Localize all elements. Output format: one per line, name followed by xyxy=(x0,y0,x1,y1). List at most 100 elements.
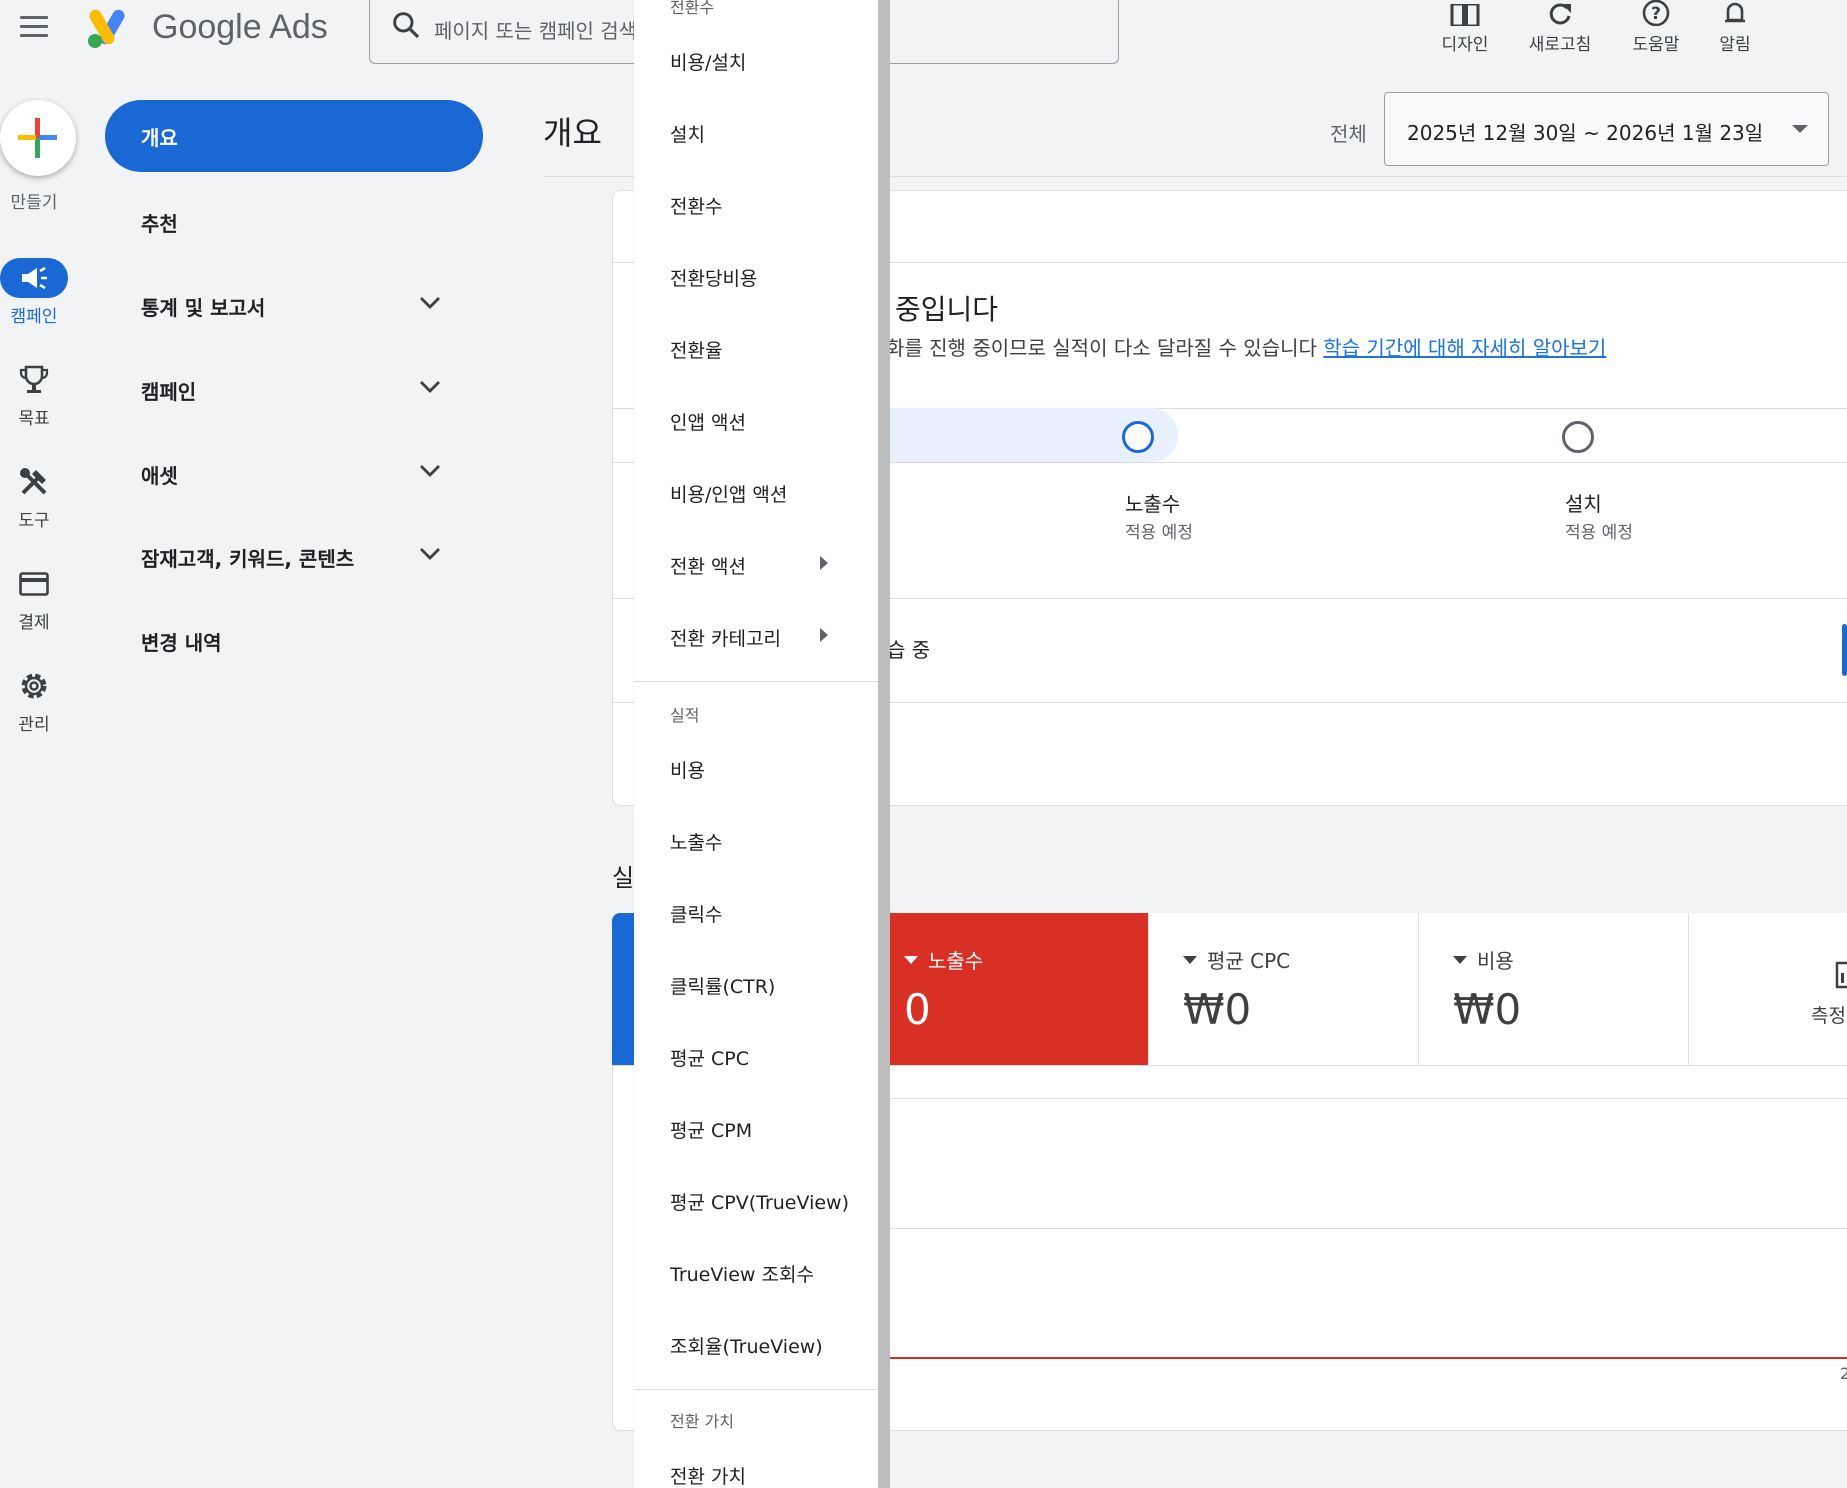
layout-icon xyxy=(1450,4,1480,26)
refresh-button[interactable]: 새로고침 xyxy=(1515,0,1605,55)
metric-value: ₩0 xyxy=(1453,985,1522,1034)
caret-down-icon xyxy=(1792,125,1808,133)
menu-item-cost-per-conversion[interactable]: 전환당비용 xyxy=(670,264,757,291)
nav-item-assets[interactable]: 애셋 xyxy=(141,460,441,489)
nav-label-overview: 개요 xyxy=(141,126,178,150)
menu-item-cost-per-in-app-action[interactable]: 비용/인앱 액션 xyxy=(670,480,787,507)
measure-label: 측정 xyxy=(1811,1005,1846,1027)
caret-down-icon xyxy=(1453,955,1467,964)
menu-item-avg-cpm[interactable]: 평균 CPM xyxy=(670,1116,752,1143)
learning-description: 화를 진행 중이므로 실적이 다소 달라질 수 있습니다 학습 기간에 대해 자… xyxy=(886,332,1606,361)
credit-card-icon xyxy=(19,572,49,596)
design-button[interactable]: 디자인 xyxy=(1420,0,1510,55)
nav-item-campaigns[interactable]: 캠페인 xyxy=(141,376,441,405)
menu-item-conversions[interactable]: 전환수 xyxy=(670,192,722,219)
nav-item-reports[interactable]: 통계 및 보고서 xyxy=(141,292,441,321)
nav-label: 애셋 xyxy=(141,464,178,488)
date-range-label: 전체 xyxy=(1330,122,1367,146)
learning-period-link[interactable]: 학습 기간에 대해 자세히 알아보기 xyxy=(1323,336,1606,360)
caret-down-icon xyxy=(904,955,918,964)
menu-item-conversion-categories[interactable]: 전환 카테고리 xyxy=(670,624,781,651)
refresh-icon xyxy=(1549,3,1571,25)
date-range-value: 2025년 12월 30일 ~ 2026년 1월 23일 xyxy=(1407,121,1764,145)
trophy-icon xyxy=(19,365,49,393)
rail-label-campaigns: 캠페인 xyxy=(10,307,58,327)
chevron-down-icon xyxy=(420,465,440,477)
learning-title: 중입니다 xyxy=(895,293,999,326)
megaphone-icon xyxy=(22,266,47,290)
help-label: 도움말 xyxy=(1632,35,1680,55)
menu-item-impressions[interactable]: 노출수 xyxy=(670,828,722,855)
nav-item-recommendations[interactable]: 추천 xyxy=(141,208,441,237)
menu-item-conversion-actions[interactable]: 전환 액션 xyxy=(670,552,746,579)
google-ads-logo-icon xyxy=(88,9,125,48)
menu-item-avg-cpc[interactable]: 평균 CPC xyxy=(670,1044,749,1071)
notifications-label: 알림 xyxy=(1719,35,1751,55)
column-select-menu: 전환수 비용/설치 설치 전환수 전환당비용 전환율 인앱 액션 비용/인앱 액… xyxy=(634,0,878,1488)
nav-label: 캠페인 xyxy=(141,380,197,404)
search-placeholder: 페이지 또는 캠페인 검색 xyxy=(434,19,638,43)
search-icon xyxy=(393,12,420,39)
metric-impressions[interactable]: 노출수 0 xyxy=(870,913,1148,1065)
menu-item-cost-per-install[interactable]: 비용/설치 xyxy=(670,48,746,75)
impressions-series-line xyxy=(870,1357,1847,1359)
metric-label: 노출수 xyxy=(928,949,984,973)
rail-item-tools[interactable]: 도구 xyxy=(0,462,68,531)
chevron-down-icon xyxy=(420,548,440,560)
metric-value: 0 xyxy=(904,985,931,1034)
metric-cost[interactable]: 비용 ₩0 xyxy=(1418,913,1689,1065)
menu-item-installs[interactable]: 설치 xyxy=(670,120,705,147)
app-logo-text: Google Ads xyxy=(152,8,328,46)
rail-item-billing[interactable]: 결제 xyxy=(0,564,68,633)
performance-heading: 실 xyxy=(612,864,635,892)
nav-label: 추천 xyxy=(141,212,178,236)
create-label: 만들기 xyxy=(10,193,58,213)
nav-item-audiences[interactable]: 잠재고객, 키워드, 콘텐츠 xyxy=(141,543,441,572)
step-status-installs: 적용 예정 xyxy=(1565,523,1633,543)
menu-divider xyxy=(634,681,878,682)
details-button-edge[interactable] xyxy=(1842,624,1847,676)
rail-label-goals: 목표 xyxy=(18,409,50,429)
date-range-picker[interactable]: 2025년 12월 30일 ~ 2026년 1월 23일 xyxy=(1384,92,1829,166)
learning-status: 습 중 xyxy=(887,638,931,662)
rail-label-billing: 결제 xyxy=(18,613,50,633)
nav-item-change-history[interactable]: 변경 내역 xyxy=(141,627,441,656)
main-menu-icon[interactable] xyxy=(20,16,48,38)
menu-item-trueview-views[interactable]: TrueView 조회수 xyxy=(670,1260,814,1287)
nav-item-overview[interactable]: 개요 xyxy=(105,100,483,172)
metric-label: 비용 xyxy=(1477,949,1514,973)
step-name-installs: 설치 xyxy=(1565,492,1602,516)
tools-icon xyxy=(20,468,47,495)
menu-item-ctr[interactable]: 클릭률(CTR) xyxy=(670,972,775,999)
menu-section-performance: 실적 xyxy=(670,706,700,725)
chevron-down-icon xyxy=(420,381,440,393)
chart-gridline xyxy=(870,1098,1847,1099)
page-title: 개요 xyxy=(543,114,602,152)
rail-item-admin[interactable]: 관리 xyxy=(0,666,68,735)
menu-item-conversion-value[interactable]: 전환 가치 xyxy=(670,1462,746,1488)
menu-divider xyxy=(634,1389,878,1390)
menu-item-view-rate[interactable]: 조회율(TrueView) xyxy=(670,1332,823,1359)
rail-item-campaigns[interactable]: 캠페인 xyxy=(0,258,68,327)
notifications-button[interactable]: 알림 xyxy=(1690,0,1780,55)
menu-item-clicks[interactable]: 클릭수 xyxy=(670,900,722,927)
menu-item-cost[interactable]: 비용 xyxy=(670,756,705,783)
gear-icon xyxy=(21,673,47,699)
chart-icon xyxy=(1835,961,1847,989)
menu-section-conversion-value: 전환 가치 xyxy=(670,1412,734,1431)
step-name-impressions: 노출수 xyxy=(1125,492,1181,516)
metric-avg-cpc[interactable]: 평균 CPC ₩0 xyxy=(1148,913,1419,1065)
chart-gridline xyxy=(870,1228,1847,1229)
step-status-impressions: 적용 예정 xyxy=(1125,523,1193,543)
step-circle-installs xyxy=(1562,421,1594,453)
measure-button[interactable]: 측정 xyxy=(1688,913,1847,1065)
metric-label: 평균 CPC xyxy=(1207,949,1291,973)
create-button[interactable] xyxy=(0,100,76,176)
menu-item-in-app-actions[interactable]: 인앱 액션 xyxy=(670,408,746,435)
help-button[interactable]: ? 도움말 xyxy=(1611,0,1701,55)
menu-scrollbar[interactable] xyxy=(878,0,890,1488)
menu-item-avg-cpv[interactable]: 평균 CPV(TrueView) xyxy=(670,1188,849,1215)
nav-label: 변경 내역 xyxy=(141,631,222,655)
rail-item-goals[interactable]: 목표 xyxy=(0,360,68,429)
menu-item-conversion-rate[interactable]: 전환율 xyxy=(670,336,722,363)
